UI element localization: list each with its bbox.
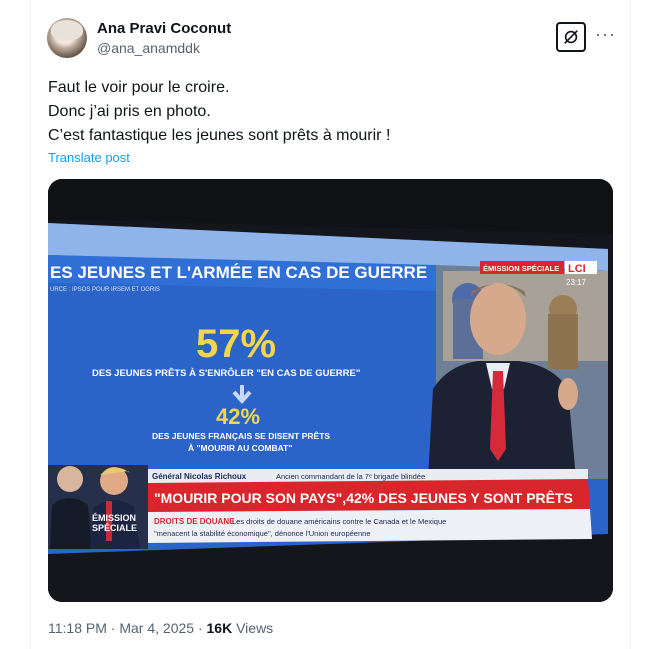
timeline-border-right	[630, 0, 631, 649]
presenter-face	[470, 283, 526, 355]
more-icon[interactable]: ···	[595, 24, 616, 45]
news-line-2: "menacent la stabilité économique", déno…	[154, 529, 371, 538]
post-photo[interactable]: ES JEUNES ET L'ARMÉE EN CAS DE GUERRE UR…	[48, 179, 613, 602]
svg-text:LCI: LCI	[568, 263, 586, 275]
post-time[interactable]: 11:18 PM	[48, 620, 107, 636]
emission-label-1: ÉMISSION	[92, 513, 136, 523]
stat-42: 42%	[216, 404, 260, 429]
post-line: Donc j’ai pris en photo.	[48, 103, 211, 120]
stat-42-caption-1: DES JEUNES FRANÇAIS SE DISENT PRÊTS	[152, 430, 330, 441]
tv-source: URCE : IPSOS POUR IRSEM ET DGRIS	[50, 287, 160, 293]
stat-42-caption-2: À "MOURIR AU COMBAT"	[188, 443, 292, 453]
views-count[interactable]: 16K	[207, 620, 233, 636]
news-line-1: Les droits de douane américains contre l…	[232, 517, 446, 526]
post-line: C’est fantastique les jeunes sont prêts …	[48, 127, 391, 144]
guest-title: Ancien commandant de la 7ᵉ brigade blind…	[276, 472, 425, 481]
grok-button[interactable]	[556, 22, 586, 52]
views-label: Views	[236, 620, 274, 636]
tv-photo-svg: ES JEUNES ET L'ARMÉE EN CAS DE GUERRE UR…	[48, 179, 613, 602]
translate-link[interactable]: Translate post	[48, 150, 130, 165]
post-date[interactable]: Mar 4, 2025	[119, 620, 194, 636]
author-handle[interactable]: @ana_anamddk	[97, 40, 200, 56]
post-line: Faut le voir pour le croire.	[48, 79, 230, 96]
post-meta: 11:18 PM · Mar 4, 2025 · 16K Views	[48, 620, 273, 636]
svg-text:ÉMISSION SPÉCIALE: ÉMISSION SPÉCIALE	[483, 264, 559, 273]
grok-icon	[564, 30, 578, 44]
timeline-border-left	[30, 0, 31, 649]
tv-clock: 23:17	[566, 278, 587, 287]
meta-separator: ·	[197, 620, 203, 636]
stat-57-caption: DES JEUNES PRÊTS À S'ENRÔLER "EN CAS DE …	[92, 367, 360, 379]
meta-separator: ·	[110, 620, 116, 636]
emission-label-2: SPÉCIALE	[92, 523, 137, 533]
tv-headline: ES JEUNES ET L'ARMÉE EN CAS DE GUERRE	[50, 263, 427, 282]
stat-57: 57%	[196, 322, 276, 366]
news-label: DROITS DE DOUANE	[154, 517, 235, 526]
guest-name: Général Nicolas Richoux	[152, 472, 247, 481]
avatar[interactable]	[47, 18, 87, 58]
author-name[interactable]: Ana Pravi Coconut	[97, 20, 231, 37]
ticker-text: "MOURIR POUR SON PAYS",42% DES JEUNES Y …	[154, 489, 573, 506]
post-text: Faut le voir pour le croire. Donc j’ai p…	[48, 76, 390, 148]
